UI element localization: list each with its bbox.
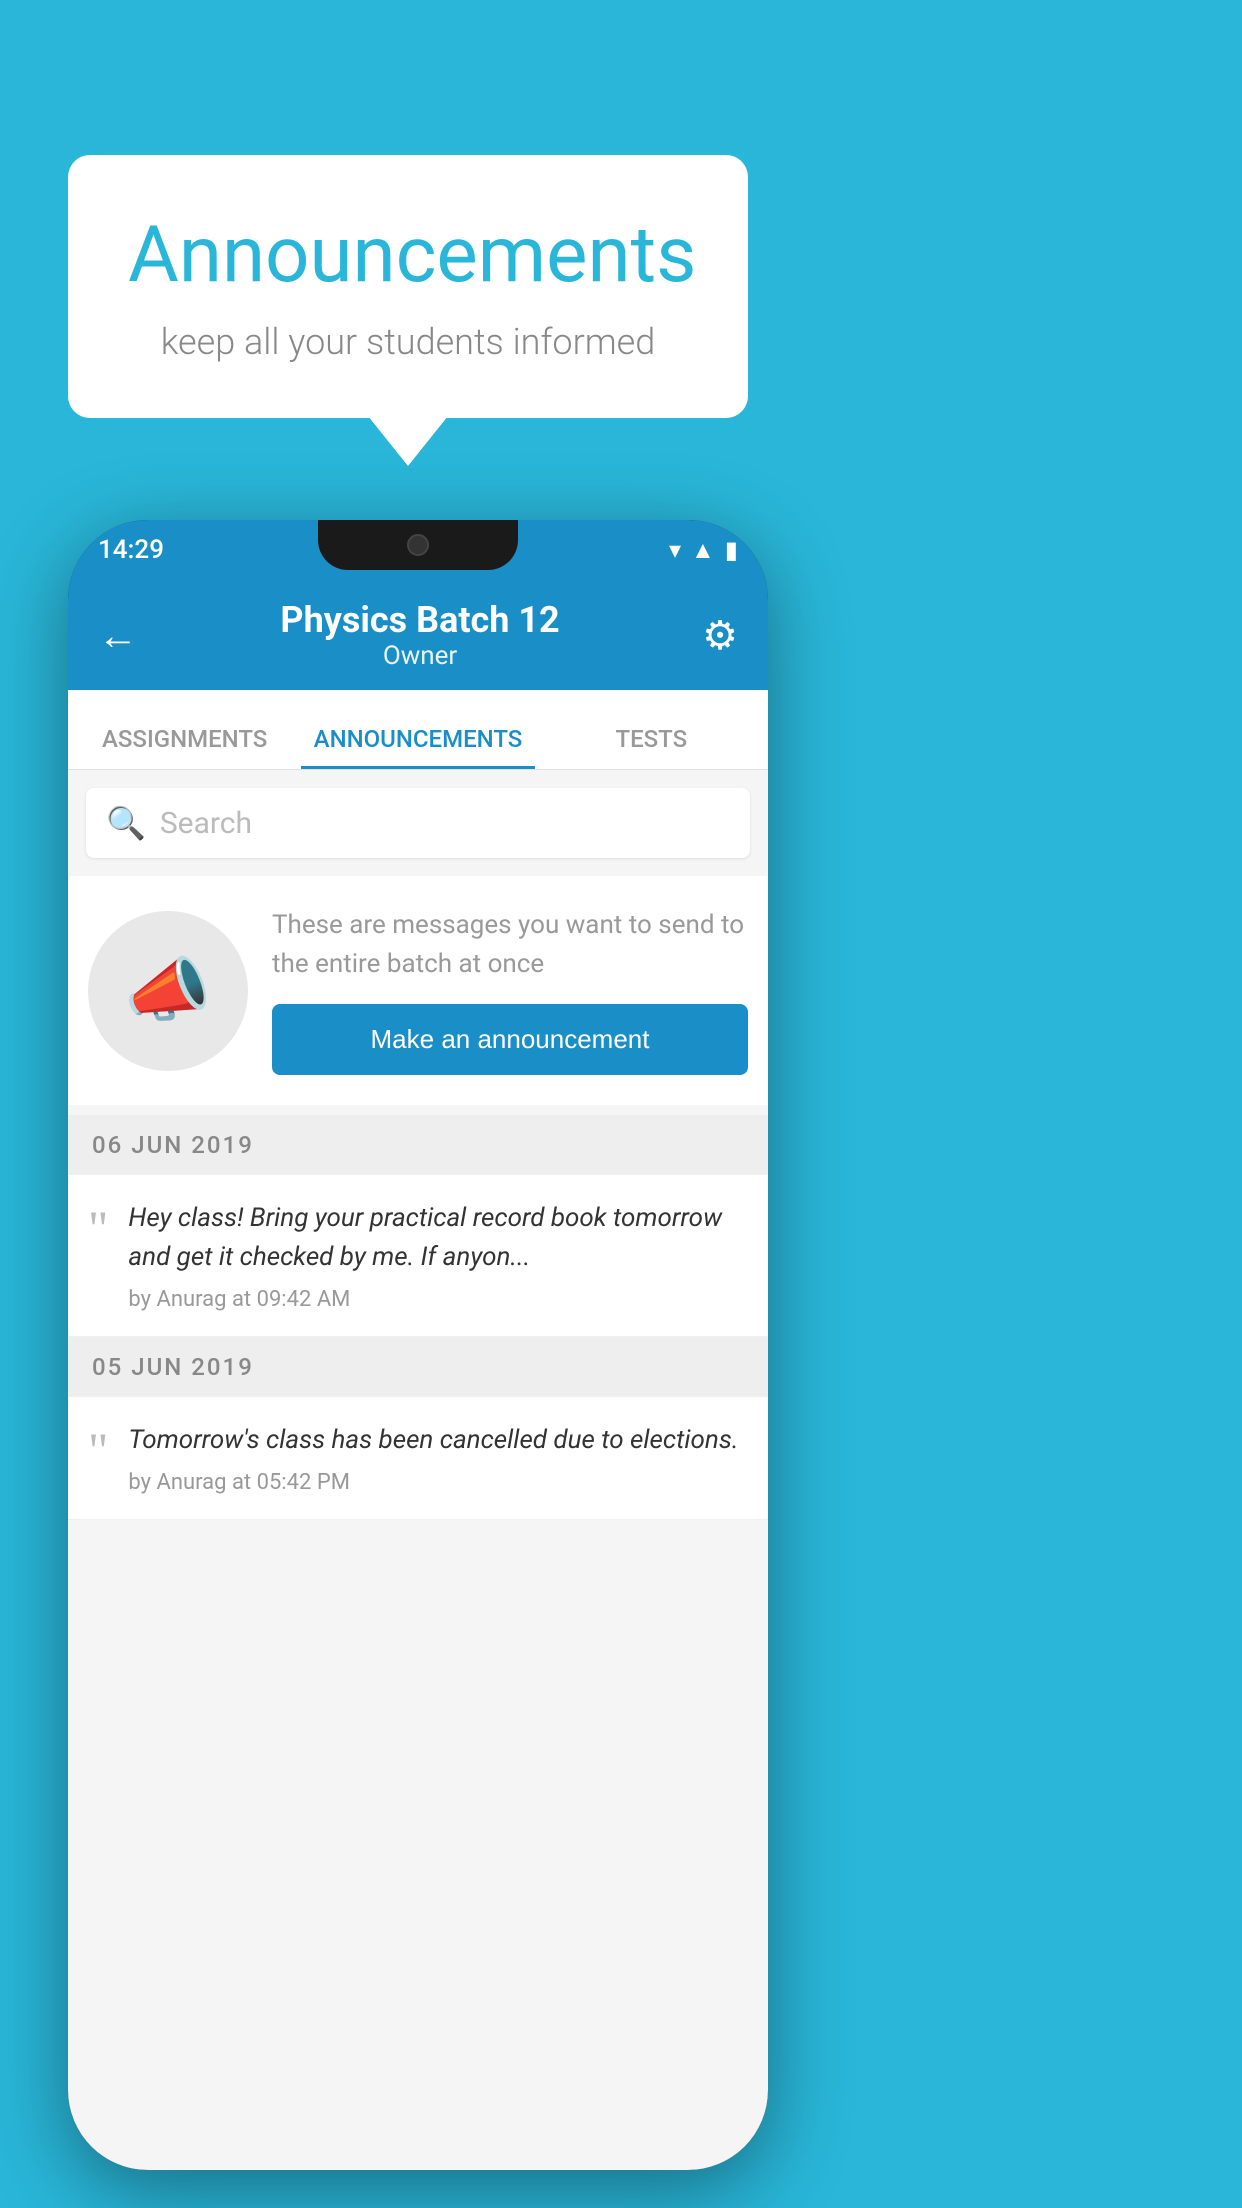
header-center: Physics Batch 12 Owner: [280, 599, 559, 671]
announcement-meta-2: by Anurag at 05:42 PM: [128, 1470, 748, 1495]
phone-frame: 14:29 ▾ ▲ ▮ ← Physics Batch 12 Owner ⚙ A…: [68, 520, 768, 2170]
app-header: ← Physics Batch 12 Owner ⚙: [68, 580, 768, 690]
date-section-1: 06 JUN 2019: [68, 1115, 768, 1175]
speech-bubble-container: Announcements keep all your students inf…: [68, 155, 748, 418]
announcement-item-1[interactable]: " Hey class! Bring your practical record…: [68, 1175, 768, 1337]
tabs-bar: ASSIGNMENTS ANNOUNCEMENTS TESTS: [68, 690, 768, 770]
search-placeholder: Search: [160, 806, 252, 841]
megaphone-circle: 📣: [88, 911, 248, 1071]
date-section-2: 05 JUN 2019: [68, 1337, 768, 1397]
promo-right: These are messages you want to send to t…: [272, 906, 748, 1075]
phone-container: 14:29 ▾ ▲ ▮ ← Physics Batch 12 Owner ⚙ A…: [68, 520, 768, 2170]
quote-icon-2: ": [88, 1425, 108, 1475]
tab-tests[interactable]: TESTS: [535, 725, 768, 769]
bubble-title: Announcements: [128, 210, 688, 301]
announcement-text-2: Tomorrow's class has been cancelled due …: [128, 1421, 748, 1460]
wifi-icon: ▾: [669, 536, 681, 564]
speech-bubble: Announcements keep all your students inf…: [68, 155, 748, 418]
announcement-text-1: Hey class! Bring your practical record b…: [128, 1199, 748, 1277]
back-button[interactable]: ←: [98, 612, 138, 659]
announcement-content-2: Tomorrow's class has been cancelled due …: [128, 1421, 748, 1495]
announcement-item-2[interactable]: " Tomorrow's class has been cancelled du…: [68, 1397, 768, 1520]
megaphone-icon: 📣: [124, 950, 211, 1032]
announcement-content-1: Hey class! Bring your practical record b…: [128, 1199, 748, 1312]
settings-icon[interactable]: ⚙: [702, 612, 738, 659]
make-announcement-button[interactable]: Make an announcement: [272, 1004, 748, 1075]
tab-assignments[interactable]: ASSIGNMENTS: [68, 725, 301, 769]
battery-icon: ▮: [725, 536, 738, 564]
search-icon: 🔍: [106, 804, 146, 842]
phone-content: 🔍 Search 📣 These are messages you want t…: [68, 770, 768, 2170]
quote-icon-1: ": [88, 1203, 108, 1253]
header-subtitle: Owner: [280, 641, 559, 671]
status-time: 14:29: [98, 535, 164, 565]
promo-description: These are messages you want to send to t…: [272, 906, 748, 984]
bubble-subtitle: keep all your students informed: [128, 321, 688, 363]
camera: [407, 534, 429, 556]
announcement-meta-1: by Anurag at 09:42 AM: [128, 1287, 748, 1312]
search-bar[interactable]: 🔍 Search: [86, 788, 750, 858]
status-icons: ▾ ▲ ▮: [669, 536, 738, 565]
tab-announcements[interactable]: ANNOUNCEMENTS: [301, 725, 534, 769]
signal-icon: ▲: [691, 536, 715, 565]
header-title: Physics Batch 12: [280, 599, 559, 641]
phone-notch: [318, 520, 518, 570]
promo-card: 📣 These are messages you want to send to…: [68, 876, 768, 1105]
